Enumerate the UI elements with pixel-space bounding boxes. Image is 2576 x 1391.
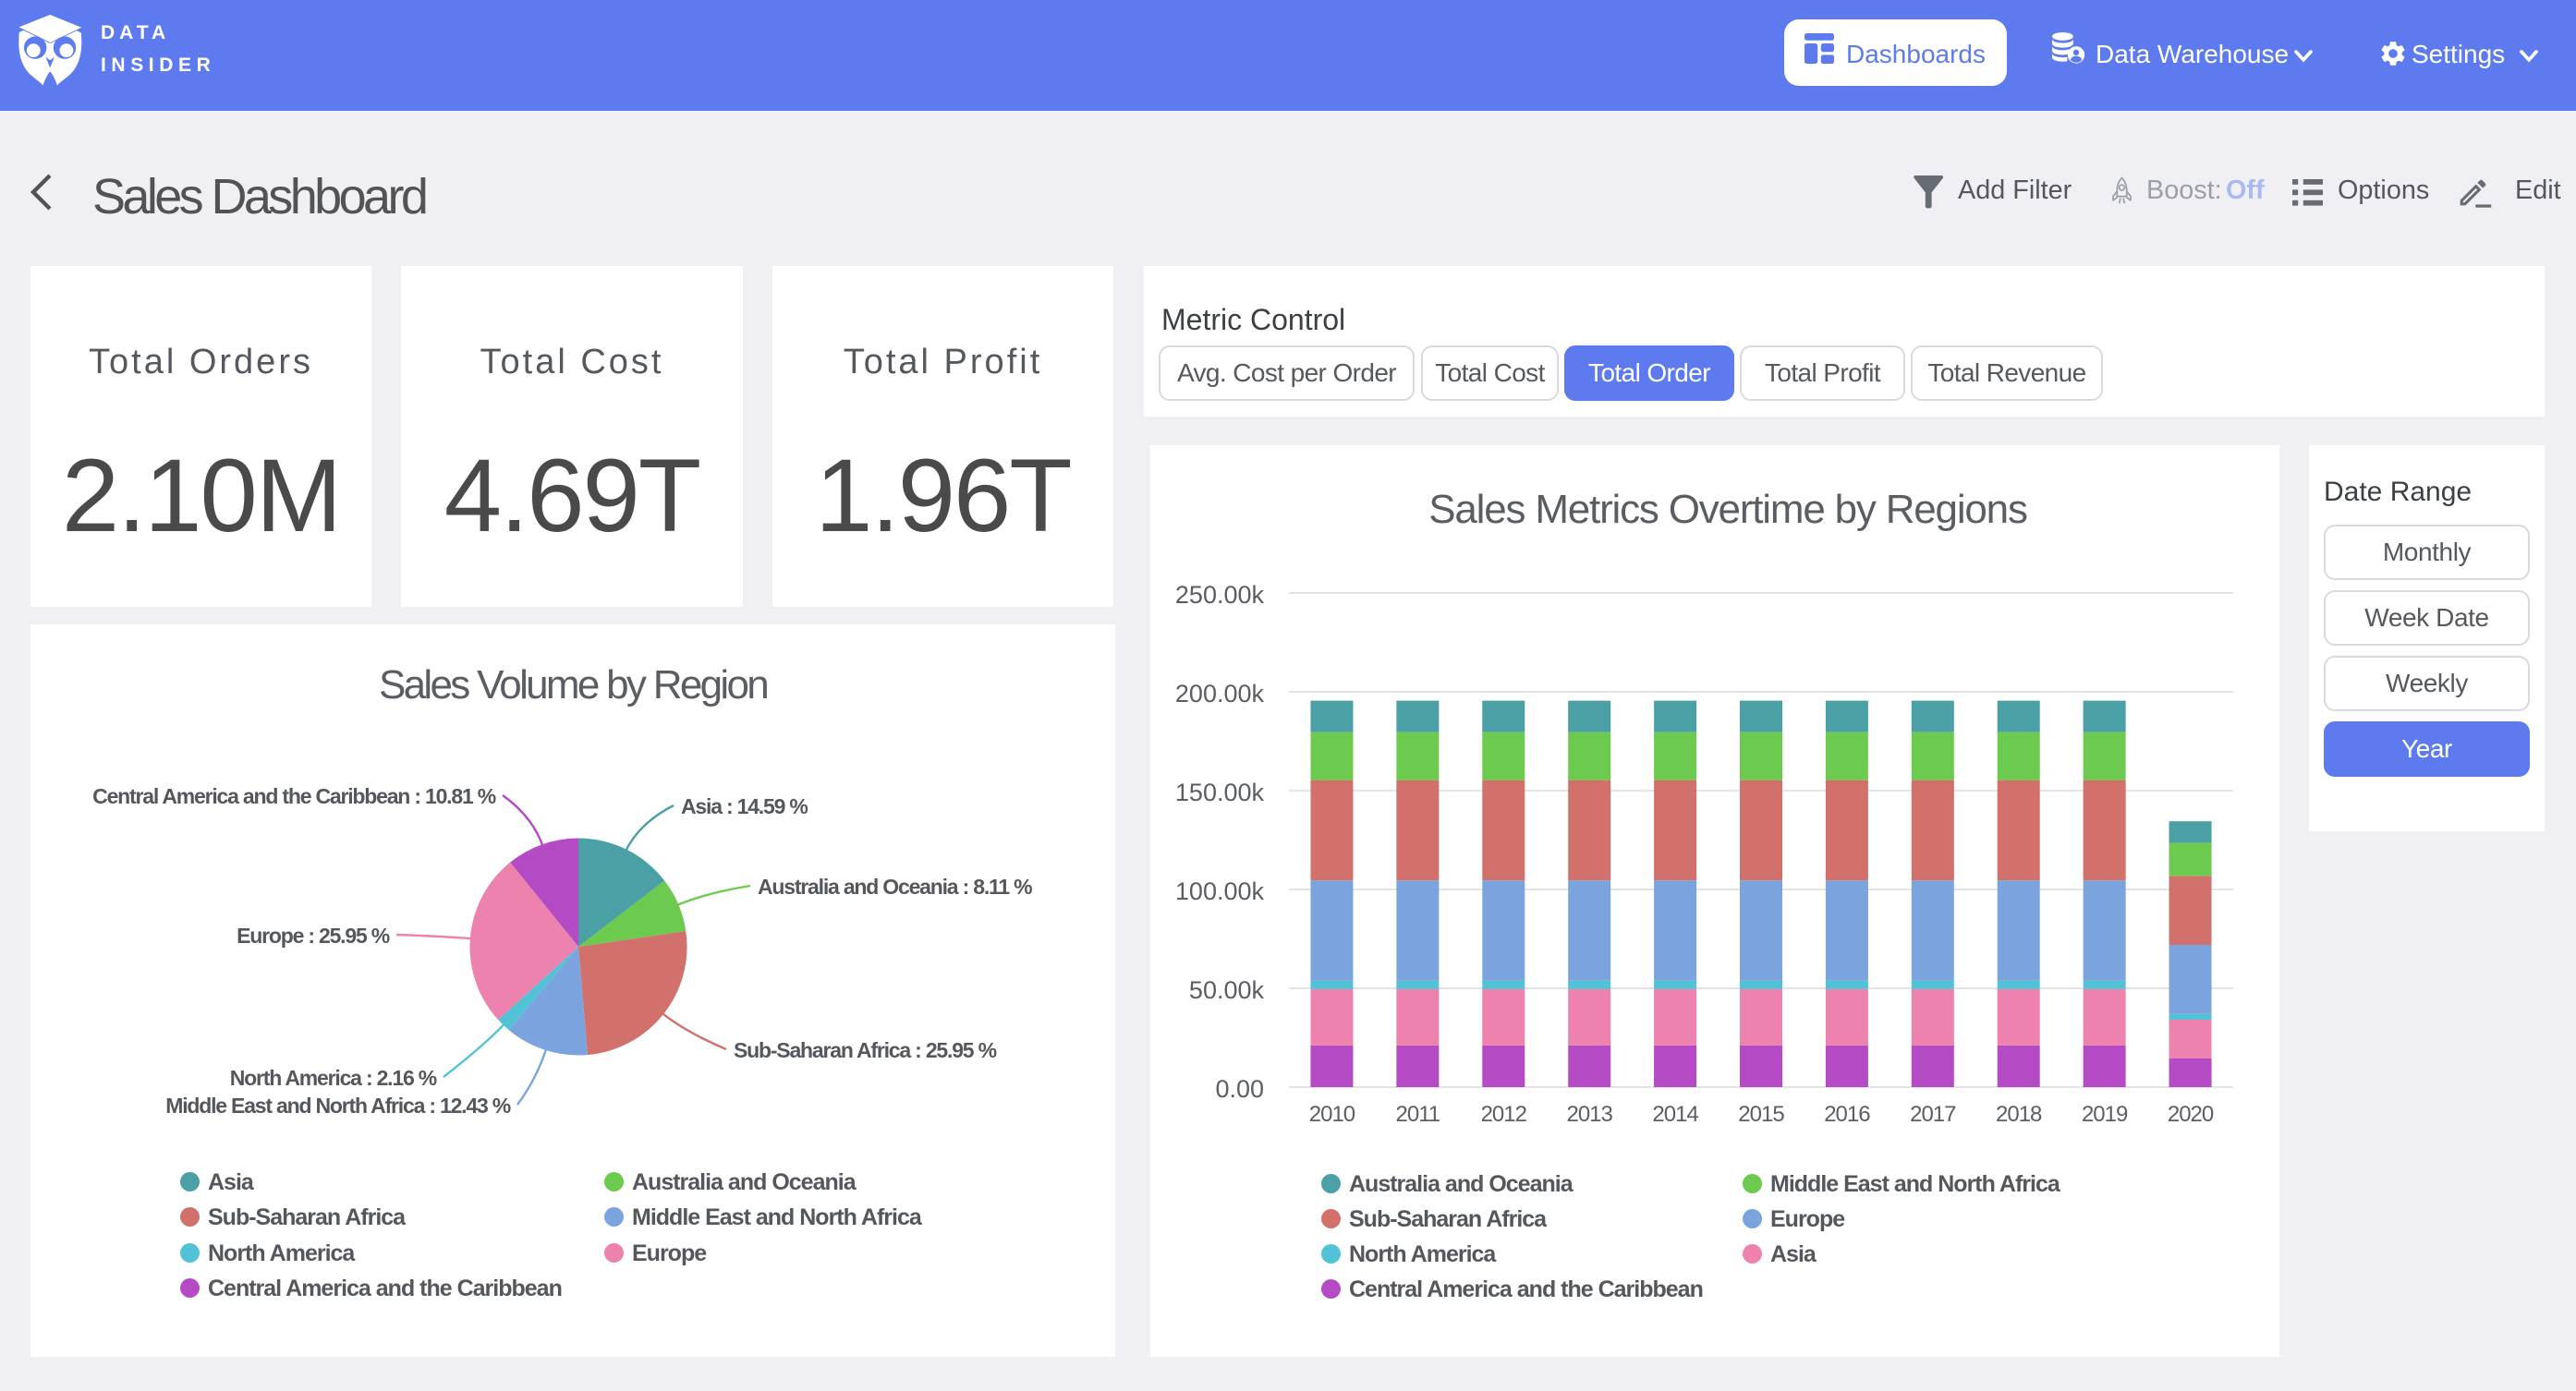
svg-text:2018: 2018 — [1996, 1102, 2042, 1127]
svg-text:Sub-Saharan Africa : 25.95 %: Sub-Saharan Africa : 25.95 % — [734, 1038, 997, 1062]
svg-text:2020: 2020 — [2168, 1102, 2214, 1127]
svg-text:150.00k: 150.00k — [1175, 779, 1265, 806]
svg-text:2010: 2010 — [1309, 1102, 1355, 1127]
svg-text:Middle East and North Africa :: Middle East and North Africa : 12.43 % — [165, 1094, 511, 1118]
svg-text:2016: 2016 — [1824, 1102, 1870, 1127]
svg-text:50.00k: 50.00k — [1189, 976, 1265, 1004]
svg-text:2014: 2014 — [1652, 1102, 1698, 1127]
svg-text:Asia : 14.59 %: Asia : 14.59 % — [681, 794, 808, 818]
svg-text:Central America and the Caribb: Central America and the Caribbean : 10.8… — [92, 784, 496, 808]
svg-text:2013: 2013 — [1566, 1102, 1612, 1127]
svg-text:2017: 2017 — [1910, 1102, 1956, 1127]
svg-text:0.00: 0.00 — [1215, 1075, 1264, 1103]
svg-text:Australia and Oceania : 8.11 %: Australia and Oceania : 8.11 % — [758, 875, 1032, 899]
svg-text:100.00k: 100.00k — [1175, 877, 1265, 905]
svg-text:200.00k: 200.00k — [1175, 680, 1265, 708]
svg-text:250.00k: 250.00k — [1175, 581, 1265, 609]
svg-text:North America : 2.16 %: North America : 2.16 % — [230, 1066, 437, 1090]
svg-text:2019: 2019 — [2082, 1102, 2128, 1127]
svg-text:2012: 2012 — [1481, 1102, 1527, 1127]
svg-text:2015: 2015 — [1738, 1102, 1784, 1127]
svg-text:Europe : 25.95 %: Europe : 25.95 % — [237, 924, 390, 948]
svg-text:2011: 2011 — [1396, 1102, 1440, 1127]
